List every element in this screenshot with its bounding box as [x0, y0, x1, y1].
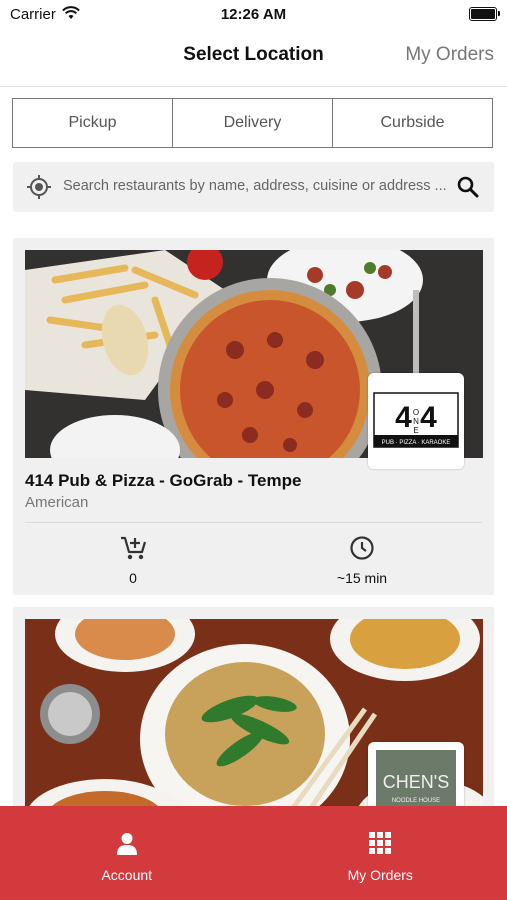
- tab-account[interactable]: Account: [0, 806, 254, 900]
- cart-stat: 0: [83, 535, 183, 586]
- tab-bar: Account My Orders: [0, 806, 507, 900]
- delivery-option[interactable]: Delivery: [173, 99, 333, 147]
- tab-my-orders[interactable]: My Orders: [254, 806, 507, 900]
- search-icon[interactable]: [456, 175, 480, 204]
- curbside-option[interactable]: Curbside: [333, 99, 492, 147]
- svg-text:O: O: [413, 408, 419, 417]
- logo-tagline: PUB · PIZZA · KARAOKE: [382, 440, 451, 446]
- clock: 12:26 AM: [220, 6, 287, 23]
- search-input[interactable]: Search restaurants by name, address, cui…: [63, 178, 447, 194]
- person-icon: [116, 832, 138, 861]
- logo-tagline: NOODLE HOUSE: [392, 798, 440, 804]
- logo-title: CHEN'S: [383, 772, 449, 792]
- status-bar: Carrier 12:26 AM: [0, 0, 507, 30]
- cart-count: 0: [129, 570, 137, 586]
- restaurant-card[interactable]: CHEN'S NOODLE HOUSE: [13, 607, 494, 838]
- clock-icon: [349, 536, 375, 565]
- restaurant-logo: 4 4 O N E PUB · PIZZA · KARAOKE: [368, 373, 464, 469]
- restaurant-name[interactable]: 414 Pub & Pizza - GoGrab - Tempe: [25, 471, 301, 491]
- card-divider: [25, 522, 482, 523]
- wait-time-stat: ~15 min: [312, 535, 412, 586]
- wait-time: ~15 min: [336, 570, 388, 586]
- grid-icon: [369, 832, 392, 859]
- svg-text:E: E: [413, 426, 418, 435]
- pickup-option[interactable]: Pickup: [13, 99, 173, 147]
- add-to-cart-icon: [119, 536, 147, 565]
- my-orders-link[interactable]: My Orders: [405, 44, 494, 66]
- restaurant-card[interactable]: 4 4 O N E PUB · PIZZA · KARAOKE 414 Pub …: [13, 238, 494, 595]
- search-bar[interactable]: Search restaurants by name, address, cui…: [13, 162, 494, 212]
- navigation-bar: Select Location My Orders: [0, 30, 507, 87]
- location-target-icon[interactable]: [26, 174, 52, 205]
- order-type-selector: Pickup Delivery Curbside: [12, 98, 493, 148]
- battery-icon: [469, 7, 500, 21]
- restaurant-cuisine: American: [25, 494, 89, 511]
- tab-account-label: Account: [101, 867, 153, 883]
- tab-my-orders-label: My Orders: [347, 867, 413, 883]
- svg-text:N: N: [413, 417, 419, 426]
